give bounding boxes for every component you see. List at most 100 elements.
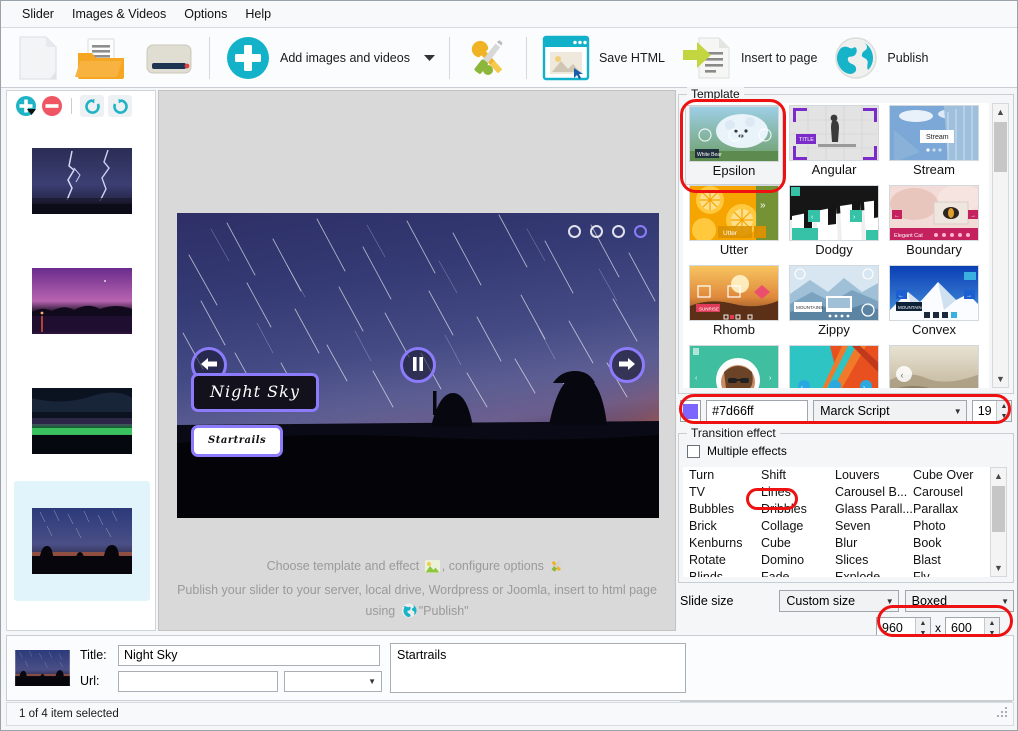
menu-help[interactable]: Help [236, 4, 280, 24]
template-item-row4-2[interactable]: ‹ › Material Design [785, 345, 883, 388]
caption-color-input[interactable]: #7d66ff [706, 400, 809, 422]
url-target-select[interactable]: ▼ [284, 670, 382, 692]
effect-item[interactable]: Book [913, 535, 985, 552]
effect-item[interactable]: Photo [913, 518, 985, 535]
effect-item[interactable]: Explode [835, 569, 921, 577]
scrollbar-thumb[interactable] [994, 122, 1007, 172]
effect-item[interactable]: Seven [835, 518, 921, 535]
effect-item[interactable]: Blur [835, 535, 921, 552]
bullet-4[interactable] [634, 225, 647, 238]
description-textarea[interactable]: Startrails [390, 643, 686, 693]
spin-up-icon[interactable]: ▲ [997, 401, 1011, 411]
effect-item[interactable]: Collage [761, 518, 833, 535]
play-pause-button[interactable] [400, 347, 436, 383]
effect-item[interactable]: Slices [835, 552, 921, 569]
transition-effects-list[interactable]: Turn TV Bubbles Brick Kenburns Rotate Bl… [683, 467, 993, 577]
template-item-convex[interactable]: ← → MOUNTAIN Convex [885, 265, 983, 345]
slide-size-mode-select[interactable]: Custom size ▼ [779, 590, 899, 612]
effects-scrollbar[interactable]: ▲ ▼ [990, 467, 1007, 577]
effect-item[interactable]: Fade [761, 569, 833, 577]
effect-item[interactable]: Carousel B... [835, 484, 921, 501]
template-item-stream[interactable]: Stream Stream [885, 105, 983, 185]
effect-item[interactable]: Bubbles [689, 501, 759, 518]
effect-item[interactable]: Domino [761, 552, 833, 569]
open-project-button[interactable] [67, 31, 135, 85]
multiple-effects-checkbox[interactable] [687, 444, 700, 458]
list-item[interactable] [14, 361, 150, 481]
chevron-down-icon[interactable] [423, 54, 435, 62]
effect-item[interactable]: Louvers [835, 467, 921, 484]
title-input[interactable]: Night Sky [118, 644, 380, 666]
effect-item[interactable]: Cube Over [913, 467, 985, 484]
template-scrollbar[interactable]: ▲ ▼ [992, 103, 1009, 388]
list-item[interactable] [14, 241, 150, 361]
template-item-row4-3[interactable]: ‹ [885, 345, 983, 388]
effect-item[interactable]: Parallax [913, 501, 985, 518]
rotate-right-button[interactable] [108, 95, 132, 117]
effect-item[interactable]: Blinds [689, 569, 759, 577]
rotate-left-button[interactable] [80, 95, 104, 117]
effect-item[interactable]: Dribbles [761, 501, 833, 518]
resize-grip-icon[interactable] [997, 707, 1009, 722]
remove-image-button[interactable] [41, 95, 63, 117]
slide-caption-description[interactable]: Startrails [191, 425, 284, 457]
template-item-row4-1[interactable]: ‹ › [685, 345, 783, 388]
template-item-utter[interactable]: » Utter Utter [685, 185, 783, 265]
list-item[interactable] [14, 481, 150, 601]
save-project-button[interactable] [135, 31, 203, 85]
effect-item[interactable]: Brick [689, 518, 759, 535]
menu-options[interactable]: Options [175, 4, 236, 24]
template-item-dodgy[interactable]: ‹ › Dodgy [785, 185, 883, 265]
scroll-down-arrow-icon[interactable]: ▼ [993, 371, 1008, 387]
caption-font-family-value: Marck Script [820, 404, 890, 418]
save-html-button[interactable]: Save HTML [533, 31, 673, 85]
next-slide-button[interactable] [609, 347, 645, 383]
bullet-3[interactable] [612, 225, 625, 238]
effect-item[interactable]: Rotate [689, 552, 759, 569]
effect-item[interactable]: Glass Parall... [835, 501, 921, 518]
template-item-boundary[interactable]: Elegant Cat ← → Boundary [885, 185, 983, 265]
effect-item[interactable]: Kenburns [689, 535, 759, 552]
url-input[interactable] [118, 670, 278, 692]
slide-layout-select[interactable]: Boxed ▼ [904, 590, 1014, 612]
multiple-effects-row[interactable]: Multiple effects [687, 444, 787, 458]
effect-item[interactable]: Turn [689, 467, 759, 484]
new-slider-button[interactable] [9, 31, 67, 85]
spin-down-icon[interactable]: ▼ [997, 411, 1011, 421]
template-thumb-rhomb: SUNRISE [689, 265, 779, 321]
template-item-angular[interactable]: TITLE Angular [785, 105, 883, 185]
scroll-up-arrow-icon[interactable]: ▲ [993, 104, 1008, 120]
caption-font-family-select[interactable]: Marck Script ▼ [813, 400, 967, 422]
effect-item[interactable]: TV [689, 484, 759, 501]
caption-color-swatch-button[interactable] [680, 400, 702, 422]
list-item[interactable] [14, 121, 150, 241]
insert-to-page-button[interactable]: Insert to page [673, 31, 825, 85]
publish-button[interactable]: Publish [825, 31, 936, 85]
bullet-1[interactable] [568, 225, 581, 238]
template-item-rhomb[interactable]: SUNRISE Rhomb [685, 265, 783, 345]
spin-up-icon[interactable]: ▲ [916, 618, 930, 628]
add-images-and-videos-button[interactable]: Add images and videos [216, 31, 443, 85]
scroll-down-arrow-icon[interactable]: ▼ [991, 560, 1006, 576]
add-image-button[interactable] [15, 95, 37, 117]
template-item-epsilon[interactable]: White Bear Epsilon [685, 105, 783, 185]
effect-item[interactable]: Shift [761, 467, 833, 484]
effect-item-selected[interactable]: Lines [761, 484, 833, 501]
spin-up-icon[interactable]: ▲ [985, 618, 999, 628]
menu-images-videos[interactable]: Images & Videos [63, 4, 175, 24]
menu-slider[interactable]: Slider [13, 4, 63, 24]
scrollbar-thumb[interactable] [992, 486, 1005, 532]
caption-font-size-spinner[interactable]: 19 ▲ ▼ [971, 400, 1012, 422]
effect-item[interactable]: Fly [913, 569, 985, 577]
effect-item[interactable]: Carousel [913, 484, 985, 501]
effect-item[interactable]: Cube [761, 535, 833, 552]
tools-button[interactable] [456, 31, 520, 85]
effect-item[interactable]: Blast [913, 552, 985, 569]
status-bar: 1 of 4 item selected [6, 702, 1014, 726]
bullet-2[interactable] [590, 225, 603, 238]
slide-caption-title[interactable]: Night Sky [191, 373, 319, 412]
font-size-spin-arrows[interactable]: ▲ ▼ [996, 401, 1011, 421]
template-item-zippy[interactable]: MOUNTAINS Zippy [785, 265, 883, 345]
scroll-up-arrow-icon[interactable]: ▲ [991, 468, 1006, 484]
svg-text:←: ← [898, 293, 904, 299]
